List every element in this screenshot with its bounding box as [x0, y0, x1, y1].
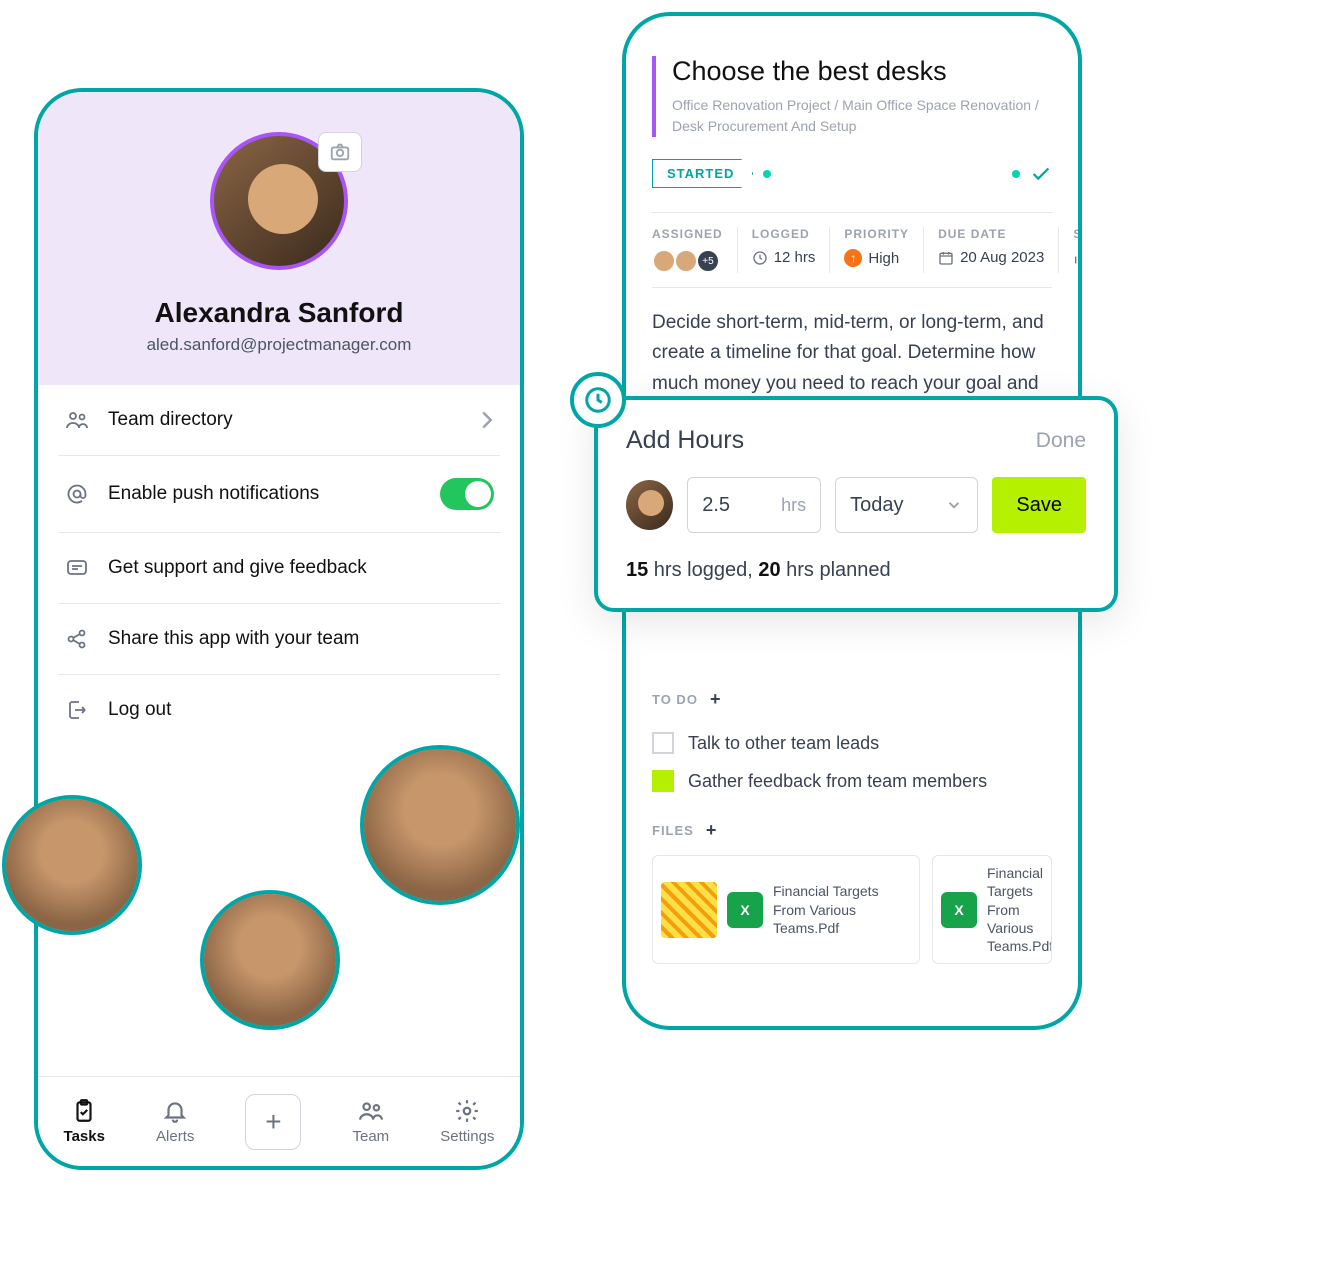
gear-icon — [454, 1098, 480, 1124]
checkbox[interactable] — [652, 770, 674, 792]
status-chip[interactable]: STARTED — [652, 159, 753, 188]
bars-icon — [1073, 250, 1082, 266]
clock-icon — [752, 250, 768, 266]
chevron-down-icon — [945, 496, 963, 514]
more-count: +5 — [696, 249, 720, 273]
hours-value: 2.5 — [702, 494, 730, 517]
menu-log-out[interactable]: Log out — [58, 675, 500, 745]
file-name: Financial Targets From Various Teams.Pdf — [987, 864, 1052, 955]
hours-unit: hrs — [781, 495, 806, 516]
task-title: Choose the best desks — [672, 56, 1052, 87]
add-todo-button[interactable]: + — [710, 689, 722, 710]
tab-label: Team — [352, 1128, 389, 1145]
done-button[interactable]: Done — [1036, 429, 1086, 453]
excel-icon: X — [941, 892, 977, 928]
task-meta: ASSIGNED +5 LOGGED 12 hrs PRIORITY ↑ Hig… — [652, 212, 1052, 288]
date-value: Today — [850, 494, 903, 517]
avatar — [200, 890, 340, 1030]
clock-icon — [583, 385, 613, 415]
meta-status[interactable]: STAT D — [1058, 227, 1082, 273]
tab-bar: Tasks Alerts + Team Settings — [38, 1076, 520, 1166]
hours-summary: 15 hrs logged, 20 hrs planned — [626, 559, 1086, 582]
task-description: Decide short-term, mid-term, or long-ter… — [652, 308, 1052, 399]
todo-label: Gather feedback from team members — [688, 771, 987, 792]
meta-priority[interactable]: PRIORITY ↑ High — [829, 227, 909, 273]
file-name: Financial Targets From Various Teams.Pdf — [773, 882, 911, 937]
tab-label: Tasks — [64, 1128, 105, 1145]
change-photo-button[interactable] — [318, 132, 362, 172]
logout-icon — [64, 697, 90, 723]
file-card[interactable]: X Financial Targets From Various Teams.P… — [932, 855, 1052, 964]
menu-team-directory[interactable]: Team directory — [58, 385, 500, 456]
avatar[interactable] — [626, 480, 673, 530]
file-card[interactable]: X Financial Targets From Various Teams.P… — [652, 855, 920, 964]
camera-icon — [329, 141, 351, 163]
todo-item[interactable]: Gather feedback from team members — [652, 762, 1052, 800]
people-icon — [64, 407, 90, 433]
todo-item[interactable]: Talk to other team leads — [652, 724, 1052, 762]
tab-label: Alerts — [156, 1128, 194, 1145]
tab-alerts[interactable]: Alerts — [156, 1098, 194, 1145]
menu-push-notifications: Enable push notifications — [58, 456, 500, 533]
message-icon — [64, 555, 90, 581]
breadcrumb[interactable]: Office Renovation Project / Main Office … — [672, 95, 1052, 137]
bell-icon — [162, 1098, 188, 1124]
team-icon — [358, 1098, 384, 1124]
meta-due-date[interactable]: DUE DATE 20 Aug 2023 — [923, 227, 1044, 273]
avatar — [674, 249, 698, 273]
menu-label: Get support and give feedback — [108, 557, 367, 579]
tab-add[interactable]: + — [245, 1094, 301, 1150]
clock-badge — [570, 372, 626, 428]
at-sign-icon — [64, 481, 90, 507]
hours-input[interactable]: 2.5 hrs — [687, 477, 821, 533]
push-toggle[interactable] — [440, 478, 494, 510]
status-row: STARTED — [652, 159, 1052, 188]
avatar — [652, 249, 676, 273]
check-icon — [1030, 163, 1052, 185]
profile-email: aled.sanford@projectmanager.com — [58, 335, 500, 355]
share-icon — [64, 626, 90, 652]
excel-icon: X — [727, 892, 763, 928]
menu-label: Team directory — [108, 409, 233, 431]
menu-support-feedback[interactable]: Get support and give feedback — [58, 533, 500, 604]
meta-logged[interactable]: LOGGED 12 hrs — [737, 227, 816, 273]
tab-settings[interactable]: Settings — [440, 1098, 494, 1145]
todo-label: Talk to other team leads — [688, 733, 879, 754]
profile-header: Alexandra Sanford aled.sanford@projectma… — [38, 92, 520, 385]
popover-title: Add Hours — [626, 426, 744, 455]
chevron-right-icon — [480, 410, 494, 430]
meta-assigned[interactable]: ASSIGNED +5 — [652, 227, 723, 273]
plus-icon: + — [265, 1106, 281, 1138]
settings-menu: Team directory Enable push notifications… — [38, 385, 520, 745]
status-dot — [1012, 170, 1020, 178]
add-file-button[interactable]: + — [706, 820, 718, 841]
calendar-icon — [938, 250, 954, 266]
menu-share-app[interactable]: Share this app with your team — [58, 604, 500, 675]
checkbox[interactable] — [652, 732, 674, 754]
priority-icon: ↑ — [844, 249, 862, 267]
menu-label: Enable push notifications — [108, 483, 319, 505]
avatar — [2, 795, 142, 935]
clipboard-icon — [71, 1098, 97, 1124]
files-section-header: FILES + — [652, 820, 1052, 841]
status-dot — [763, 170, 771, 178]
menu-label: Share this app with your team — [108, 628, 359, 650]
profile-name: Alexandra Sanford — [58, 297, 500, 329]
save-button[interactable]: Save — [992, 477, 1086, 533]
date-select[interactable]: Today — [835, 477, 978, 533]
todo-section-header: TO DO + — [652, 689, 1052, 710]
avatar — [360, 745, 520, 905]
tab-tasks[interactable]: Tasks — [64, 1098, 105, 1145]
add-hours-popover: Add Hours Done 2.5 hrs Today Save 15 hrs… — [594, 396, 1118, 612]
tab-label: Settings — [440, 1128, 494, 1145]
tab-team[interactable]: Team — [352, 1098, 389, 1145]
image-thumbnail — [661, 882, 717, 938]
menu-label: Log out — [108, 699, 171, 721]
